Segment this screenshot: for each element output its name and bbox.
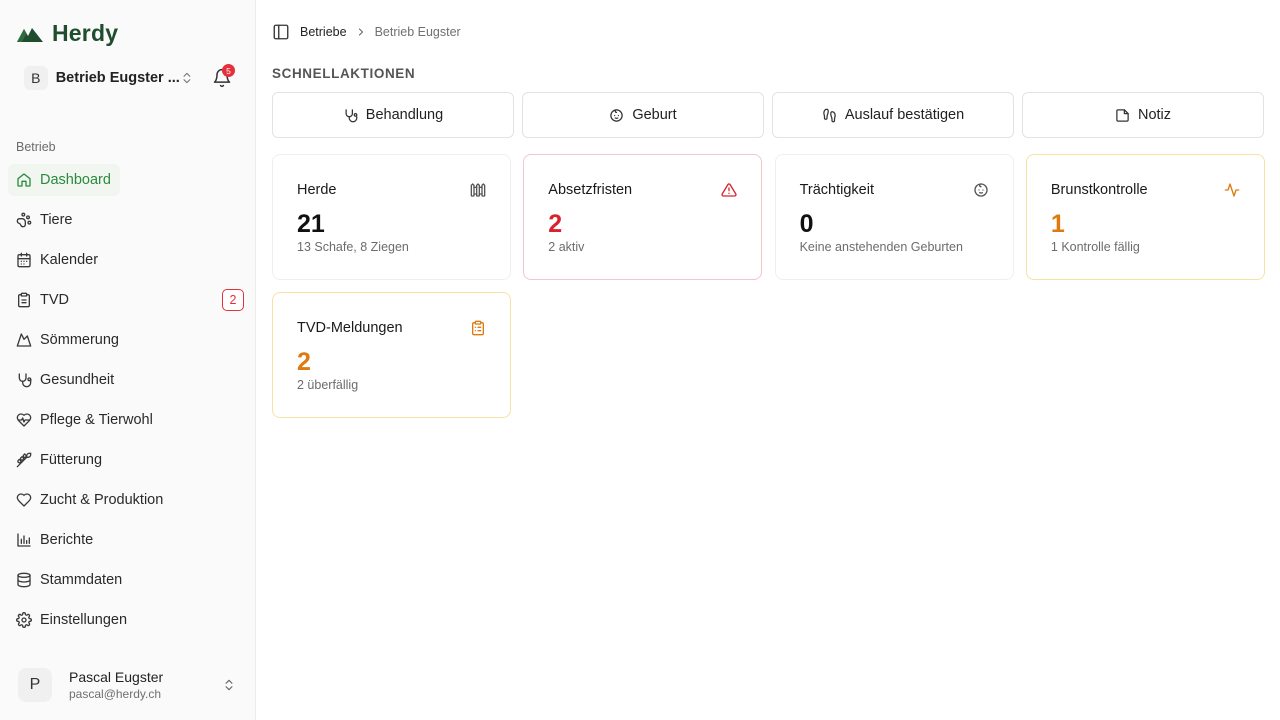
home-icon	[17, 173, 31, 187]
quick-actions-title: SCHNELLAKTIONEN	[272, 66, 416, 81]
sidebar-item-pflege[interactable]: Pflege & Tierwohl	[8, 404, 248, 436]
bar-chart-icon	[17, 533, 31, 547]
sidebar-item-berichte[interactable]: Berichte	[8, 524, 248, 556]
sidebar-item-label: TVD	[40, 292, 69, 308]
calendar-icon	[17, 252, 31, 268]
card-subtitle: 2 aktiv	[548, 240, 585, 254]
card-subtitle: 1 Kontrolle fällig	[1050, 240, 1140, 254]
avatar: P	[18, 668, 52, 702]
mountain-icon	[16, 333, 32, 347]
card-title: TVD-Meldungen	[297, 320, 403, 336]
sidebar-item-label: Berichte	[40, 532, 94, 548]
baby-icon	[973, 183, 988, 197]
baby-icon	[610, 108, 624, 122]
paw-icon	[16, 212, 32, 228]
footprints-icon	[823, 108, 836, 122]
sidebar-item-label: Fütterung	[40, 452, 103, 468]
sidebar-item-einstellungen[interactable]: Einstellungen	[8, 604, 248, 636]
sidebar-item-label: Kalender	[40, 252, 99, 268]
card-value: 21	[297, 210, 325, 238]
chevron-right-icon	[358, 28, 363, 36]
auslauf-bestaetigen-button[interactable]: Auslauf bestätigen	[772, 92, 1014, 138]
card-brunstkontrolle[interactable]: Brunstkontrolle 1 1 Kontrolle fällig	[1025, 154, 1265, 280]
card-herde[interactable]: Herde 21 13 Schafe, 8 Ziegen	[272, 154, 511, 280]
sidebar-item-zucht[interactable]: Zucht & Produktion	[8, 484, 248, 516]
card-tvd-meldungen[interactable]: TVD-Meldungen 2 2 überfällig	[272, 292, 511, 418]
user-name: Pascal Eugster	[69, 669, 164, 685]
clipboard-list-icon	[472, 320, 484, 336]
gear-icon	[16, 612, 32, 628]
sidebar-item-soemmerung[interactable]: Sömmerung	[8, 324, 248, 356]
user-info: Pascal Eugster pascal@herdy.ch	[69, 669, 163, 701]
geburt-button[interactable]: Geburt	[522, 92, 764, 138]
button-label: Behandlung	[365, 107, 444, 123]
chevrons-up-down-icon	[225, 679, 233, 691]
fence-icon	[470, 183, 486, 197]
card-title: Brunstkontrolle	[1050, 182, 1148, 198]
heart-icon	[16, 493, 32, 507]
notification-badge: 5	[222, 64, 235, 77]
nav-section-label: Betrieb	[16, 140, 56, 154]
card-traechtigkeit[interactable]: Trächtigkeit 0 Keine anstehenden Geburte…	[774, 154, 1014, 280]
breadcrumb: Betriebe Betrieb Eugster	[272, 22, 461, 42]
dashboard-cards: Herde 21 13 Schafe, 8 Ziegen Absetzfrist…	[272, 154, 1265, 418]
warning-icon	[721, 183, 737, 197]
sidebar-item-fuetterung[interactable]: Fütterung	[8, 444, 248, 476]
card-value: 0	[799, 210, 814, 238]
tvd-count-badge: 2	[222, 289, 244, 311]
sidebar-item-stammdaten[interactable]: Stammdaten	[8, 564, 248, 596]
user-menu[interactable]: P Pascal Eugster pascal@herdy.ch	[16, 662, 242, 708]
breadcrumb-current: Betrieb Eugster	[374, 25, 461, 39]
wheat-icon	[16, 452, 32, 468]
app-logo[interactable]: Herdy	[16, 20, 118, 47]
farm-avatar: B	[24, 66, 48, 90]
card-value: 1	[1050, 210, 1065, 238]
button-label: Auslauf bestätigen	[844, 107, 965, 123]
sidebar-item-label: Einstellungen	[40, 612, 128, 628]
sidebar-nav: Dashboard Tiere Kalender TVD 2 Sömmerung…	[8, 164, 248, 644]
sidebar-item-label: Pflege & Tierwohl	[40, 412, 153, 428]
sidebar-toggle-icon[interactable]	[272, 23, 290, 41]
database-icon	[17, 572, 31, 588]
activity-icon	[1224, 183, 1240, 197]
button-label: Geburt	[632, 107, 677, 123]
card-title: Absetzfristen	[548, 182, 633, 198]
stethoscope-icon	[18, 373, 32, 388]
farm-switcher[interactable]: B Betrieb Eugster ...	[16, 62, 202, 94]
card-subtitle: Keine anstehenden Geburten	[799, 240, 963, 254]
breadcrumb-link-betriebe[interactable]: Betriebe	[300, 25, 347, 39]
sidebar-item-kalender[interactable]: Kalender	[8, 244, 248, 276]
card-value: 2	[548, 210, 563, 238]
button-label: Notiz	[1137, 107, 1172, 123]
sidebar-item-dashboard[interactable]: Dashboard	[8, 164, 120, 196]
sidebar-item-label: Gesundheit	[40, 372, 115, 388]
card-subtitle: 13 Schafe, 8 Ziegen	[297, 240, 409, 254]
chevrons-up-down-icon	[183, 72, 191, 84]
card-absetzfristen[interactable]: Absetzfristen 2 2 aktiv	[523, 154, 763, 280]
app-name: Herdy	[52, 20, 119, 46]
behandlung-button[interactable]: Behandlung	[272, 92, 514, 138]
stethoscope-icon	[345, 108, 358, 122]
sidebar-item-label: Sömmerung	[40, 332, 119, 348]
card-value: 2	[297, 348, 311, 376]
quick-actions: Behandlung Geburt Auslauf bestätigen Not…	[272, 92, 1264, 138]
mountain-logo-icon	[17, 27, 43, 42]
farm-name: Betrieb Eugster ...	[55, 70, 180, 86]
heart-pulse-icon	[16, 413, 32, 427]
sidebar: Herdy B Betrieb Eugster ... 5 Betrieb Da…	[0, 0, 256, 720]
sidebar-item-label: Zucht & Produktion	[40, 492, 164, 508]
sidebar-item-tvd[interactable]: TVD 2	[8, 284, 248, 316]
sidebar-item-tiere[interactable]: Tiere	[8, 204, 248, 236]
card-title: Herde	[297, 182, 337, 198]
card-subtitle: 2 überfällig	[297, 378, 359, 392]
card-title: Trächtigkeit	[799, 182, 874, 198]
sidebar-item-gesundheit[interactable]: Gesundheit	[8, 364, 248, 396]
clipboard-icon	[18, 292, 30, 308]
user-email: pascal@herdy.ch	[69, 687, 162, 701]
notiz-button[interactable]: Notiz	[1022, 92, 1264, 138]
sidebar-item-label: Tiere	[40, 212, 73, 228]
note-icon	[1116, 108, 1129, 122]
sidebar-item-label: Dashboard	[40, 172, 111, 188]
sidebar-item-label: Stammdaten	[40, 572, 123, 588]
